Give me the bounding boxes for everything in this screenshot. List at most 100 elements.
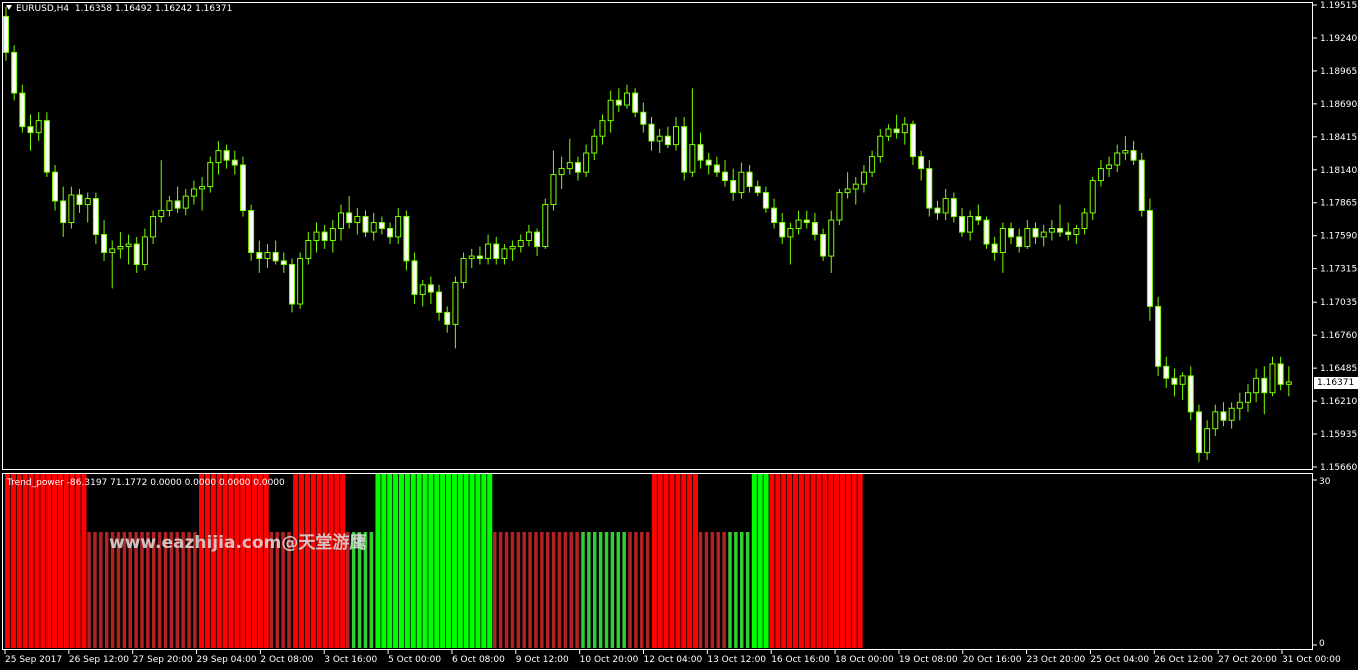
- histogram-bar-strong-down: [787, 474, 793, 648]
- time-tick-label: 12 Oct 04:00: [644, 655, 703, 665]
- candle: [844, 172, 851, 199]
- candle: [280, 252, 287, 273]
- candle: [11, 45, 18, 101]
- candle: [346, 196, 353, 229]
- candle: [1195, 404, 1202, 463]
- candle-body: [1016, 236, 1023, 247]
- time-tick-label: 27 Sep 20:00: [133, 655, 193, 665]
- candle-body: [501, 248, 508, 259]
- candle: [1065, 222, 1072, 241]
- candle-body: [893, 128, 900, 134]
- candle-body: [583, 152, 590, 173]
- candle-body: [795, 219, 802, 230]
- candle-body: [190, 188, 197, 197]
- candle: [313, 222, 320, 253]
- time-tick-label: 25 Sep 2017: [5, 655, 62, 665]
- histogram-bar-weak-down: [551, 532, 556, 648]
- candle: [893, 114, 900, 139]
- candle: [607, 90, 614, 133]
- histogram-bar-strong-down: [851, 474, 857, 648]
- histogram-bar-strong-down: [681, 474, 687, 648]
- histogram-bar-strong-up: [451, 474, 457, 648]
- candle: [1163, 356, 1170, 388]
- candle: [1179, 372, 1186, 400]
- histogram-bar-weak-down: [563, 532, 568, 648]
- candle-body: [11, 51, 18, 94]
- price-tick-label: 1.16485: [1320, 364, 1357, 374]
- candle: [1269, 356, 1276, 397]
- candle: [877, 129, 884, 163]
- candle-body: [411, 260, 418, 295]
- histogram-bar-strong-up: [440, 474, 446, 648]
- candle: [583, 144, 590, 177]
- candle-body: [1138, 159, 1145, 212]
- candle-body: [885, 128, 892, 137]
- watermark-text: www.eazhijia.com@天堂游鹰: [109, 533, 367, 553]
- histogram-bar-strong-up: [416, 474, 422, 648]
- candle-body: [215, 150, 222, 164]
- histogram-bar-strong-down: [798, 474, 804, 648]
- histogram-bar-strong-up: [469, 474, 475, 648]
- candle: [305, 232, 312, 265]
- candle-body: [452, 281, 459, 325]
- price-tick-label: 1.16760: [1320, 331, 1357, 341]
- candle-body: [362, 216, 369, 233]
- candle: [141, 228, 148, 271]
- histogram-bar-strong-down: [781, 474, 787, 648]
- histogram-bar-strong-down: [5, 474, 11, 648]
- candle-body: [999, 228, 1006, 253]
- candle: [60, 186, 67, 237]
- candle: [52, 164, 59, 211]
- candle-body: [1114, 152, 1121, 166]
- histogram-bar-strong-down: [204, 474, 210, 648]
- candle-body: [852, 183, 859, 190]
- candle-body: [305, 239, 312, 259]
- histogram-bar-strong-down: [16, 474, 22, 648]
- candle: [632, 88, 639, 118]
- price-axis: 1.19515 1.19240 1.18965 1.18690 1.18415 1.181…: [1313, 1, 1357, 473]
- histogram-bar-strong-down: [839, 474, 846, 648]
- candle: [1114, 144, 1121, 173]
- candle: [869, 150, 876, 177]
- candle-body: [403, 216, 410, 262]
- chart-symbol-header[interactable]: EURUSD,H4 1.16358 1.16492 1.16242 1.1637…: [6, 4, 232, 14]
- candle: [999, 222, 1006, 273]
- indicator-axis-min: 0: [1319, 639, 1325, 649]
- candle-body: [313, 231, 320, 241]
- histogram-bar-strong-down: [663, 474, 669, 648]
- candle: [436, 284, 443, 321]
- histogram-bar-weak-down: [640, 532, 644, 648]
- candle-body: [346, 212, 353, 224]
- candle-body: [591, 135, 598, 154]
- candle-body: [166, 200, 173, 212]
- candle: [427, 276, 434, 305]
- dropdown-arrow-icon[interactable]: [6, 5, 12, 10]
- candle: [909, 120, 916, 165]
- candle: [133, 236, 140, 273]
- candle-body: [828, 219, 835, 257]
- candle: [288, 258, 295, 313]
- histogram-bar-strong-down: [845, 474, 851, 648]
- histogram-bar-strong-down: [651, 474, 657, 648]
- histogram-bar-weak-down: [87, 532, 91, 648]
- candle: [1073, 224, 1080, 245]
- histogram-bar-weak-down: [716, 532, 720, 648]
- histogram-bar-strong-down: [22, 474, 28, 648]
- candle-body: [370, 222, 377, 233]
- candle: [485, 234, 492, 265]
- candle-body: [1155, 305, 1162, 367]
- histogram-bar-strong-up: [410, 474, 416, 648]
- candle: [558, 156, 565, 189]
- histogram-bar-strong-up: [422, 474, 428, 648]
- histogram-bar-weak-up: [734, 532, 738, 648]
- candle: [1048, 220, 1055, 241]
- candle: [1253, 368, 1260, 403]
- candle: [3, 6, 9, 61]
- candle-body: [378, 222, 385, 230]
- time-tick-label: 19 Oct 08:00: [899, 655, 958, 665]
- candle-body: [803, 219, 810, 224]
- candle: [762, 186, 769, 213]
- candle-body: [983, 219, 990, 245]
- candle: [329, 220, 336, 253]
- histogram-bar-strong-down: [234, 474, 240, 648]
